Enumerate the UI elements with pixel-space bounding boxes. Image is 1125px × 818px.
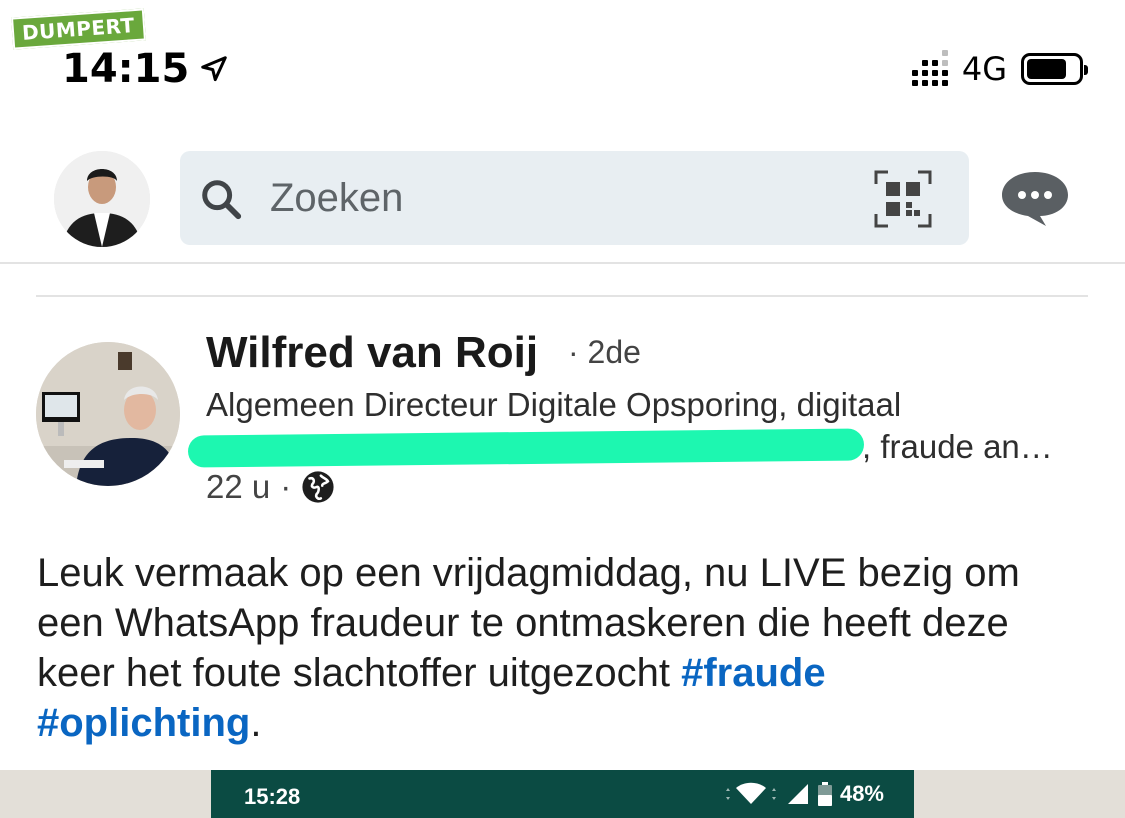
feed-divider	[36, 295, 1088, 297]
meta-separator: ·	[280, 468, 292, 505]
location-arrow-icon	[201, 56, 228, 82]
qr-code-scan-icon[interactable]	[874, 170, 932, 228]
post-text: Leuk vermaak op een vrijdagmiddag, nu LI…	[37, 548, 1097, 748]
connection-degree: · 2de	[568, 334, 641, 370]
dumpert-watermark: DUMPERT	[11, 8, 146, 50]
header-divider	[0, 262, 1125, 264]
status-time-label: 14:15	[62, 46, 190, 92]
status-indicators: 4G	[911, 50, 1088, 88]
hashtag-fraude[interactable]: #fraude	[681, 651, 826, 695]
cellular-signal-icon	[911, 50, 948, 86]
status-time: 14:15	[62, 46, 229, 92]
author-avatar[interactable]	[36, 342, 180, 486]
headline-line-2-visible: , fraude an…	[862, 428, 1053, 465]
network-type: 4G	[961, 50, 1007, 88]
search-bar[interactable]	[180, 151, 969, 245]
post-body-text: Leuk vermaak op een vrijdagmiddag, nu LI…	[37, 551, 1020, 695]
author-name[interactable]: Wilfred van Roij	[206, 328, 538, 378]
hashtag-oplichting[interactable]: #oplichting	[37, 701, 250, 745]
android-status-icons: 48%	[724, 781, 884, 807]
android-battery-percent: 48%	[839, 781, 884, 806]
battery-icon	[1021, 53, 1088, 85]
search-icon	[202, 180, 242, 220]
android-status-bar: 15:28 48%	[211, 770, 914, 818]
author-avatar-image	[36, 342, 180, 486]
post-body-end: .	[250, 701, 262, 745]
android-battery-icon	[817, 782, 832, 806]
post-meta: 22 u ·	[206, 468, 335, 506]
cell-signal-icon	[787, 784, 808, 804]
profile-avatar-image	[54, 151, 150, 247]
wifi-icon	[725, 782, 776, 804]
messaging-icon[interactable]	[1000, 170, 1070, 228]
globe-icon	[302, 471, 334, 503]
headline-line-1: Algemeen Directeur Digitale Opsporing, d…	[206, 386, 902, 423]
profile-avatar[interactable]	[54, 151, 150, 247]
android-time: 15:28	[244, 784, 301, 809]
post-time: 22 u	[206, 468, 271, 505]
search-input[interactable]	[270, 173, 830, 223]
